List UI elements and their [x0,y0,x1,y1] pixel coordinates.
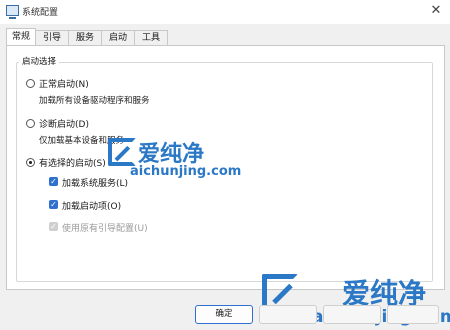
tab-general[interactable]: 常规 [6,28,36,45]
title-bar: 系统配置 ✕ [0,0,450,24]
apply-button[interactable] [323,305,381,324]
normal-startup-label[interactable]: 正常启动(N) [39,77,89,90]
window-title: 系统配置 [22,8,59,18]
selective-startup-radio[interactable] [26,158,35,167]
tab-tools[interactable]: 工具 [134,30,168,45]
diagnostic-startup-label[interactable]: 诊断启动(D) [39,117,89,130]
load-system-services-checkbox[interactable]: ✓ [49,177,58,186]
ok-button[interactable]: 确定 [195,305,253,324]
selective-startup-label[interactable]: 有选择的启动(S) [39,156,106,169]
system-config-icon [6,5,19,19]
normal-startup-description: 加载所有设备驱动程序和服务 [39,96,150,106]
tab-services[interactable]: 服务 [68,30,102,45]
load-startup-items-label[interactable]: 加载启动项(O) [62,199,121,212]
watermark-url-text: aichunjing.com [130,164,242,179]
close-button[interactable]: ✕ [422,0,450,22]
tab-startup[interactable]: 启动 [101,30,135,45]
tab-boot[interactable]: 引导 [35,30,69,45]
help-button[interactable] [387,305,439,324]
cancel-button[interactable] [259,305,317,324]
use-original-boot-config-checkbox: ✓ [49,222,58,231]
use-original-boot-config-label: 使用原有引导配置(U) [62,224,148,234]
watermark-center: 爱纯净 aichunjing.com [108,136,242,186]
group-label: 启动选择 [19,55,60,67]
load-startup-items-checkbox[interactable]: ✓ [49,200,58,209]
diagnostic-startup-radio[interactable] [26,119,35,128]
normal-startup-radio[interactable] [26,79,35,88]
